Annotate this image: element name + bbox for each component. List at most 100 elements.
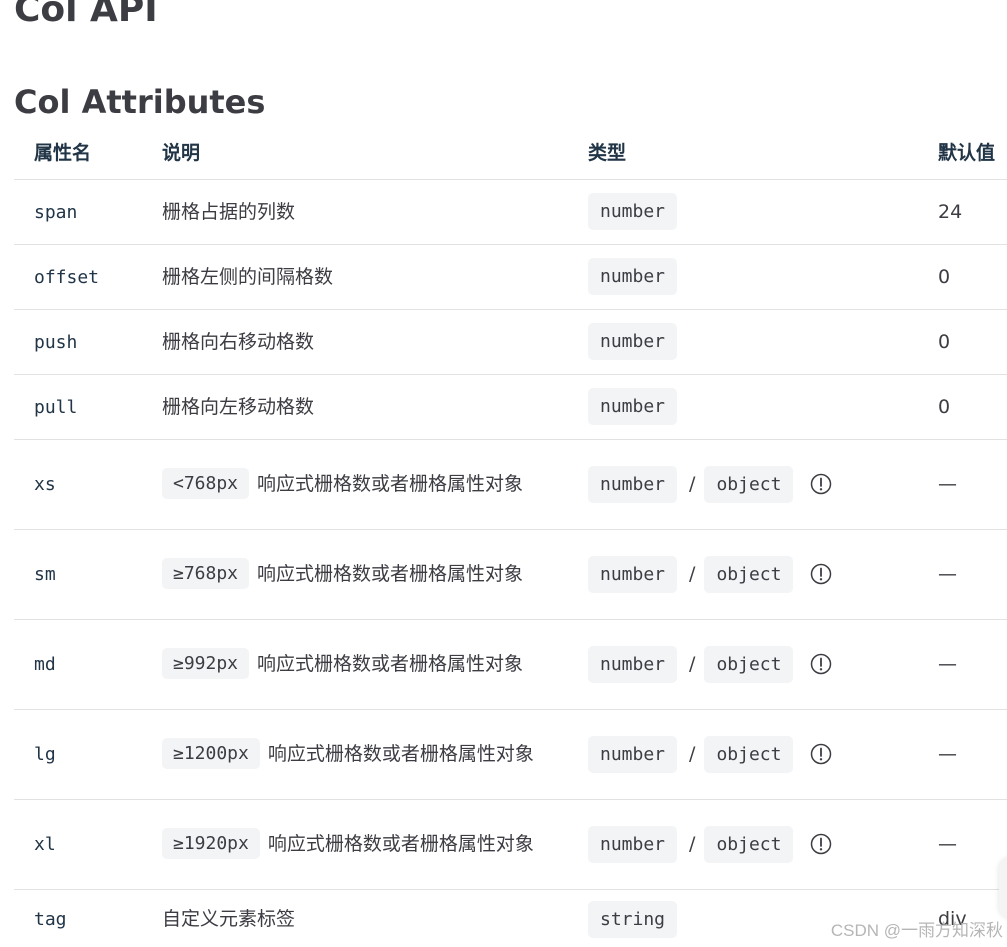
cell-description: 自定义元素标签 [155, 889, 588, 947]
cell-name: tag [14, 889, 155, 947]
type-code-chip: number [588, 323, 678, 360]
description-text-wrap: 栅格向右移动格数 [162, 326, 552, 358]
info-circle-icon[interactable] [810, 563, 832, 585]
table-row: md ≥992px 响应式栅格数或者栅格属性对象 number / object — [14, 619, 1007, 710]
table-row: offset 栅格左侧的间隔格数 number 0 [14, 244, 1007, 310]
description-text: 响应式栅格数或者栅格属性对象 [267, 833, 534, 855]
cell-default: 0 [938, 244, 1007, 310]
table-header-row: 属性名 说明 类型 默认值 [14, 125, 1007, 180]
cell-default: — [938, 799, 1007, 890]
table-row: xl ≥1920px 响应式栅格数或者栅格属性对象 number / object — [14, 799, 1007, 890]
cell-type: number [588, 309, 938, 375]
description-text-wrap: ≥1920px 响应式栅格数或者栅格属性对象 [162, 828, 552, 860]
cell-name: span [14, 179, 155, 245]
cell-default: 24 [938, 179, 1007, 245]
breakpoint-code-chip: ≥992px [162, 648, 250, 679]
type-code-chip: number [588, 193, 678, 230]
cell-type: number / object [588, 799, 938, 890]
cell-name: md [14, 619, 155, 710]
attribute-name: md [34, 654, 56, 675]
type-separator: / [689, 653, 696, 675]
type-code-chip: object [704, 735, 794, 773]
description-text: 栅格占据的列数 [162, 200, 296, 223]
default-value: 0 [938, 265, 951, 288]
cell-description: ≥1200px 响应式栅格数或者栅格属性对象 [155, 709, 588, 800]
cell-type: number / object [588, 709, 938, 800]
cell-default: — [938, 529, 1007, 620]
table-body: span 栅格占据的列数 number 24 offset 栅格左侧的间隔格数 number… [14, 179, 1007, 947]
default-value: — [938, 563, 957, 585]
description-text: 栅格向左移动格数 [162, 395, 315, 418]
type-code-chip: object [704, 465, 794, 503]
cell-default: 0 [938, 374, 1007, 440]
description-text: 栅格向右移动格数 [162, 330, 315, 353]
description-text-wrap: 栅格占据的列数 [162, 196, 552, 228]
info-circle-icon[interactable] [810, 833, 832, 855]
type-separator: / [689, 833, 696, 855]
cell-name: pull [14, 374, 155, 440]
breakpoint-code-chip: ≥1200px [162, 738, 260, 769]
description-text: 响应式栅格数或者栅格属性对象 [267, 743, 534, 765]
type-code-chip: object [704, 645, 794, 683]
type-code-chip: number [588, 465, 678, 503]
cell-name: lg [14, 709, 155, 800]
cell-name: offset [14, 244, 155, 310]
cell-name: xs [14, 439, 155, 530]
default-value: 0 [938, 395, 951, 418]
cell-name: push [14, 309, 155, 375]
cell-default: — [938, 619, 1007, 710]
type-code-chip: number [588, 388, 678, 425]
table-row: push 栅格向右移动格数 number 0 [14, 309, 1007, 375]
cell-name: xl [14, 799, 155, 890]
type-code-chip: string [588, 900, 678, 938]
cell-description: <768px 响应式栅格数或者栅格属性对象 [155, 439, 588, 530]
info-circle-icon[interactable] [810, 653, 832, 675]
default-value: 0 [938, 330, 951, 353]
breakpoint-code-chip: ≥1920px [162, 828, 260, 859]
header-name: 属性名 [14, 125, 155, 180]
watermark: CSDN @一雨方知深秋 [830, 921, 1003, 940]
description-text-wrap: <768px 响应式栅格数或者栅格属性对象 [162, 468, 552, 500]
table-row: sm ≥768px 响应式栅格数或者栅格属性对象 number / object — [14, 529, 1007, 620]
description-text: 响应式栅格数或者栅格属性对象 [257, 563, 524, 585]
default-value: 24 [938, 200, 963, 223]
scroll-hint [999, 858, 1007, 918]
description-text-wrap: ≥992px 响应式栅格数或者栅格属性对象 [162, 648, 552, 680]
section-title: Col Attributes [14, 83, 266, 121]
attribute-name: xl [34, 834, 56, 855]
type-separator: / [689, 563, 696, 585]
type-code-chip: number [588, 645, 678, 683]
cell-default: — [938, 439, 1007, 530]
attribute-name: push [34, 331, 78, 353]
cell-description: 栅格向右移动格数 [155, 309, 588, 375]
breakpoint-code-chip: <768px [162, 468, 250, 499]
description-text-wrap: 自定义元素标签 [162, 903, 552, 935]
attribute-name: pull [34, 396, 78, 418]
page-title: Col API [14, 0, 158, 30]
cell-description: ≥1920px 响应式栅格数或者栅格属性对象 [155, 799, 588, 890]
description-text: 栅格左侧的间隔格数 [162, 265, 334, 288]
description-text: 自定义元素标签 [162, 908, 296, 931]
cell-default: 0 [938, 309, 1007, 375]
cell-type: number [588, 374, 938, 440]
cell-default: — [938, 709, 1007, 800]
info-circle-icon[interactable] [810, 473, 832, 495]
header-description: 说明 [155, 125, 588, 180]
cell-name: sm [14, 529, 155, 620]
description-text-wrap: ≥768px 响应式栅格数或者栅格属性对象 [162, 558, 552, 590]
cell-description: 栅格向左移动格数 [155, 374, 588, 440]
type-separator: / [689, 743, 696, 765]
type-code-chip: number [588, 258, 678, 295]
cell-type: number [588, 244, 938, 310]
attribute-name: span [34, 201, 78, 223]
attribute-name: xs [34, 474, 56, 495]
attribute-name: tag [34, 909, 67, 931]
cell-description: ≥992px 响应式栅格数或者栅格属性对象 [155, 619, 588, 710]
info-circle-icon[interactable] [810, 743, 832, 765]
description-text: 响应式栅格数或者栅格属性对象 [257, 473, 524, 495]
breakpoint-code-chip: ≥768px [162, 558, 250, 589]
default-value: — [938, 653, 957, 675]
description-text-wrap: 栅格左侧的间隔格数 [162, 261, 552, 293]
cell-description: 栅格左侧的间隔格数 [155, 244, 588, 310]
type-code-chip: number [588, 825, 678, 863]
